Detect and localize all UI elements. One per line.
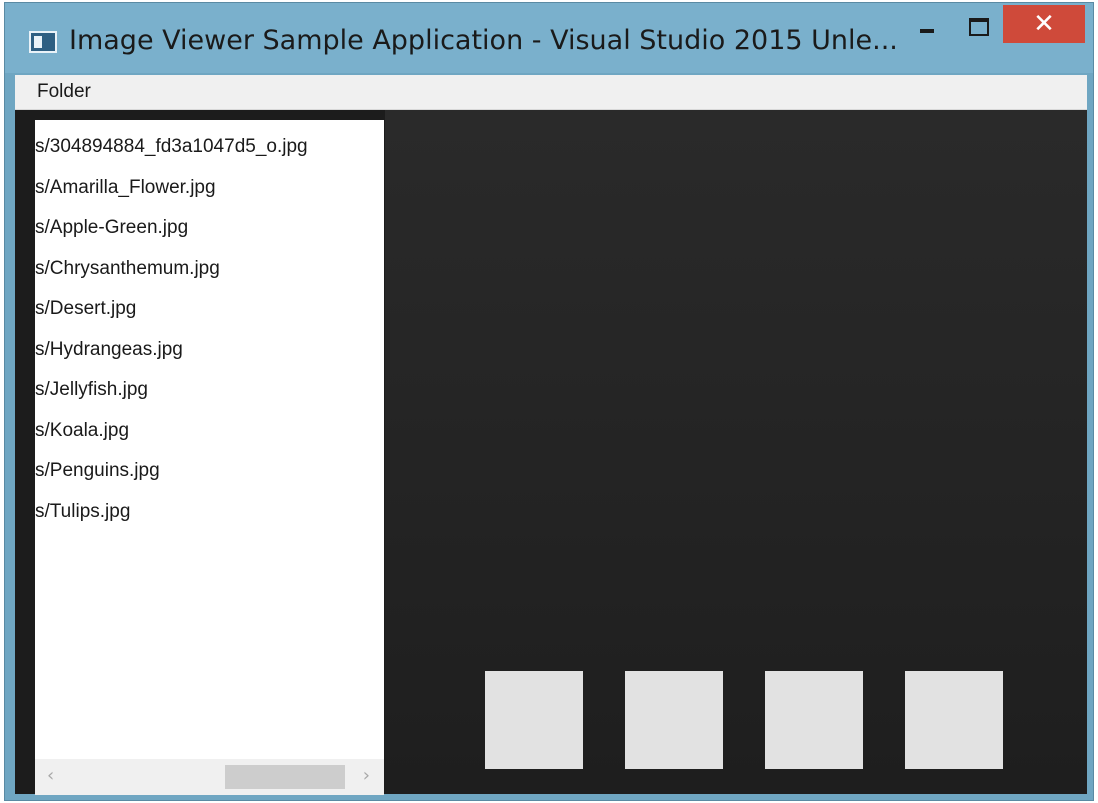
close-icon: ✕ (1033, 9, 1055, 39)
minimize-icon (920, 29, 934, 33)
list-item[interactable]: s/Apple-Green.jpg (35, 217, 188, 239)
title-bar[interactable]: Image Viewer Sample Application - Visual… (5, 3, 1093, 73)
app-window-icon (29, 31, 57, 53)
thumbnail[interactable] (905, 671, 1003, 769)
list-item[interactable]: s/Chrysanthemum.jpg (35, 258, 220, 280)
list-item[interactable]: s/Jellyfish.jpg (35, 379, 148, 401)
thumbnail[interactable] (625, 671, 723, 769)
close-button[interactable]: ✕ (1003, 5, 1085, 43)
horizontal-scrollbar[interactable]: ‹ › (35, 759, 384, 795)
thumbnail[interactable] (765, 671, 863, 769)
app-window: Image Viewer Sample Application - Visual… (4, 2, 1094, 801)
list-item[interactable]: s/Desert.jpg (35, 298, 136, 320)
list-item[interactable]: s/Koala.jpg (35, 420, 129, 442)
list-item[interactable]: s/Amarilla_Flower.jpg (35, 177, 216, 199)
scrollbar-thumb[interactable] (225, 765, 345, 789)
minimize-button[interactable] (905, 7, 949, 47)
window-title: Image Viewer Sample Application - Visual… (69, 25, 898, 56)
menu-item-folder[interactable]: Folder (37, 81, 91, 103)
main-content: s/304894884_fd3a1047d5_o.jpg s/Amarilla_… (15, 110, 1087, 795)
file-list[interactable]: s/304894884_fd3a1047d5_o.jpg s/Amarilla_… (35, 120, 384, 795)
scroll-left-arrow-icon[interactable]: ‹ (47, 765, 54, 786)
list-item[interactable]: s/304894884_fd3a1047d5_o.jpg (35, 136, 308, 158)
maximize-button[interactable] (957, 7, 1001, 47)
menu-bar: Folder (15, 75, 1087, 110)
image-viewer (385, 110, 1087, 794)
scroll-right-arrow-icon[interactable]: › (363, 765, 370, 786)
maximize-icon (969, 18, 989, 36)
list-item[interactable]: s/Hydrangeas.jpg (35, 339, 183, 361)
thumbnail[interactable] (485, 671, 583, 769)
list-item[interactable]: s/Tulips.jpg (35, 501, 130, 523)
list-item[interactable]: s/Penguins.jpg (35, 460, 160, 482)
